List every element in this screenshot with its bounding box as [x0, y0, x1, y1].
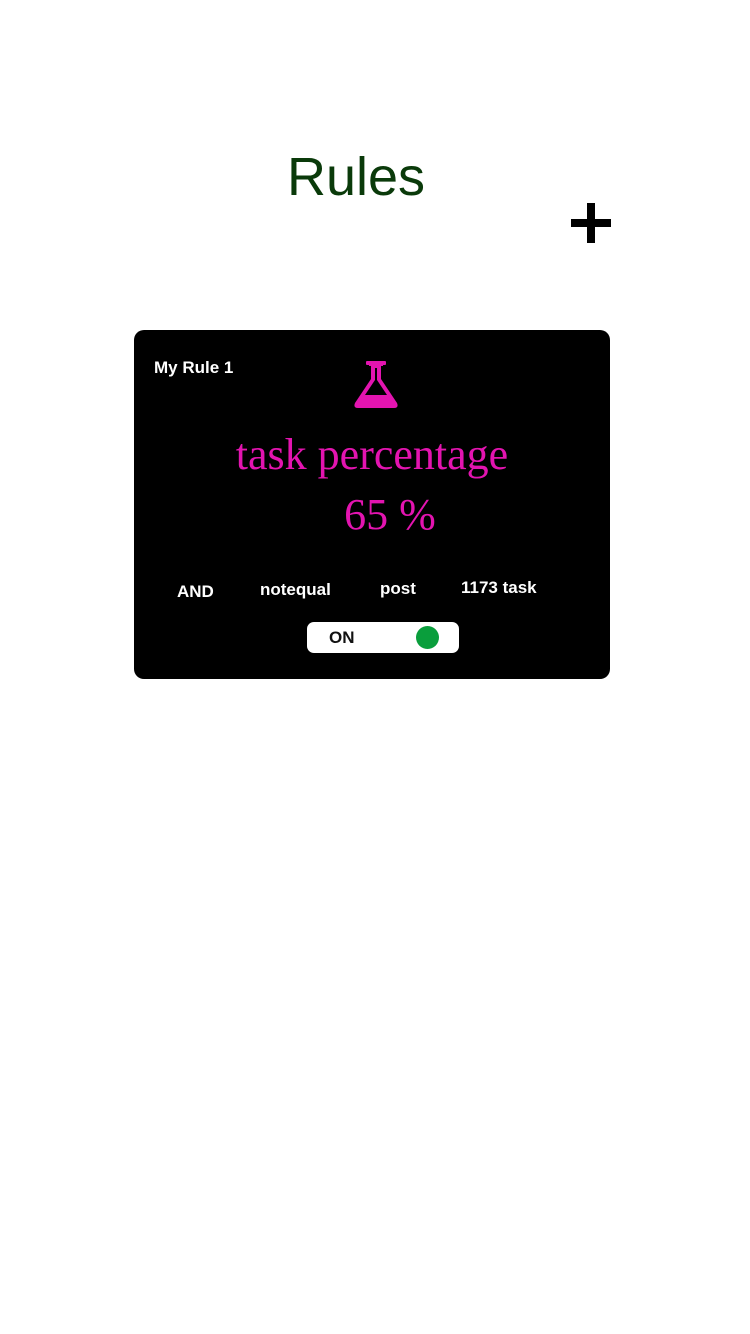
flask-icon	[352, 360, 400, 410]
rule-name: My Rule 1	[154, 358, 234, 377]
condition-logic: AND	[177, 582, 214, 601]
rule-toggle[interactable]: ON	[307, 622, 459, 653]
toggle-label: ON	[329, 628, 355, 647]
metric-value: 65 %	[344, 490, 436, 539]
condition-operator: notequal	[260, 580, 331, 599]
rule-card[interactable]: My Rule 1 task percentage 65 % AND noteq…	[134, 330, 610, 679]
toggle-knob[interactable]	[416, 626, 439, 649]
condition-threshold: 1173 task	[461, 578, 537, 597]
condition-target: post	[380, 579, 416, 598]
plus-icon	[571, 203, 611, 243]
add-rule-button[interactable]	[566, 198, 616, 248]
metric-name: task percentage	[235, 430, 509, 479]
